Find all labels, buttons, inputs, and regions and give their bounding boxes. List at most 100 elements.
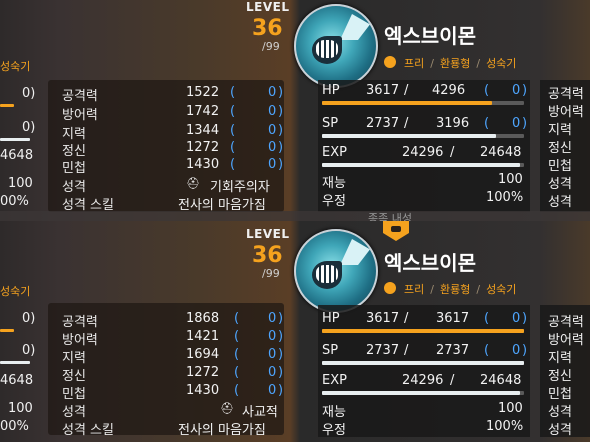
- friendship-value: 100%: [486, 190, 524, 205]
- vitals-panel: [318, 305, 530, 437]
- sp-bar: [322, 361, 524, 365]
- sp-bonus: 0: [512, 343, 521, 358]
- edge-tag: 성숙기: [0, 60, 31, 73]
- digimon-tags: 프리 / 환룡형 / 성숙기: [404, 57, 517, 70]
- personality-label: 성격: [62, 405, 86, 420]
- edge-label: 성격: [548, 405, 572, 420]
- hp-current: 3617: [366, 311, 400, 326]
- stat-bonus: 0: [268, 329, 277, 344]
- stat-value: 1694: [186, 347, 220, 362]
- digimon-name: 엑스브이몬: [384, 251, 476, 275]
- tag-attribute: 프리: [404, 283, 425, 296]
- stat-label: 방어력: [62, 333, 98, 348]
- level-label: LEVEL: [246, 0, 290, 14]
- stat-value: 1522: [186, 85, 220, 100]
- stat-value: 1430: [186, 383, 220, 398]
- resistance-shield-icon: [383, 221, 409, 241]
- sp-max: 3196: [436, 116, 470, 131]
- tag-family: 환룡형: [439, 283, 471, 296]
- hp-current: 3617: [366, 83, 400, 98]
- edge-label: 공격력: [548, 315, 584, 330]
- edge-bar-2: [0, 361, 30, 364]
- hp-bar: [322, 101, 492, 105]
- digimon-portrait[interactable]: [294, 4, 378, 88]
- sp-label: SP: [322, 116, 339, 131]
- stat-value: 1742: [186, 104, 220, 119]
- stat-label: 방어력: [62, 108, 98, 123]
- edge-paren-2: 0): [22, 343, 36, 358]
- edge-paren: 0): [22, 311, 36, 326]
- hp-bonus: 0: [512, 311, 521, 326]
- edge-label: 성격: [548, 177, 572, 192]
- sp-label: SP: [322, 343, 339, 358]
- edge-tag: 성숙기: [0, 285, 31, 298]
- friendship-label: 우정: [322, 423, 346, 438]
- level-value: 36: [252, 16, 283, 41]
- edge-bar: [0, 104, 14, 107]
- digimon-portrait[interactable]: [294, 229, 378, 313]
- portrait-fin: [340, 14, 370, 40]
- exp-max: 24648: [480, 145, 522, 160]
- friendship-label: 우정: [322, 194, 346, 209]
- level-value: 36: [252, 243, 283, 268]
- attribute-badge-icon: [384, 56, 396, 68]
- personality-value: 사교적: [242, 405, 278, 420]
- personality-icon: ⛑: [186, 177, 200, 190]
- edge-label: 방어력: [548, 105, 584, 120]
- stat-value: 1272: [186, 140, 220, 155]
- level-max: /99: [262, 40, 280, 53]
- stat-label: 정신: [62, 369, 86, 384]
- stat-bonus: 0: [268, 140, 277, 155]
- edge-label: 정신: [548, 369, 572, 384]
- sp-bar: [322, 134, 496, 138]
- edge-label: 공격력: [548, 87, 584, 102]
- stat-label: 지력: [62, 351, 86, 366]
- exp-bar: [322, 163, 520, 167]
- hp-max: 4296: [432, 83, 466, 98]
- edge-friendship: 00%: [0, 419, 29, 434]
- tag-stage: 성숙기: [486, 57, 517, 70]
- exp-label: EXP: [322, 145, 347, 160]
- personality-value: 기회주의자: [210, 180, 270, 195]
- hp-bar: [322, 329, 524, 333]
- edge-label: 성격: [548, 423, 572, 438]
- stat-value: 1421: [186, 329, 220, 344]
- digimon-card-bottom: 성숙기 0) 0) 4648 100 00% LEVEL 36 /99 공격력 …: [0, 221, 590, 442]
- exp-current: 24296: [402, 145, 444, 160]
- portrait-teeth: [316, 265, 338, 283]
- stat-bonus: 0: [268, 123, 277, 138]
- hp-bonus: 0: [512, 83, 521, 98]
- exp-max: 24648: [480, 373, 522, 388]
- talent-label: 재능: [322, 176, 346, 191]
- blurred-heading: 종족 내성: [368, 212, 412, 221]
- portrait-fin: [340, 239, 370, 265]
- exp-label: EXP: [322, 373, 347, 388]
- blurred-row: [0, 211, 590, 221]
- stat-bonus: 0: [268, 157, 277, 172]
- personality-label: 성격: [62, 180, 86, 195]
- hp-label: HP: [322, 311, 340, 326]
- personality-icon: ⛑: [220, 402, 234, 415]
- stat-value: 1868: [186, 311, 220, 326]
- stat-bonus: 0: [268, 347, 277, 362]
- stat-bonus: 0: [268, 104, 277, 119]
- edge-label: 성격: [548, 195, 572, 210]
- edge-paren-2: 0): [22, 120, 36, 135]
- hp-max: 3617: [436, 311, 470, 326]
- edge-paren: 0): [22, 86, 36, 101]
- edge-talent: 100: [8, 401, 33, 416]
- sp-max: 2737: [436, 343, 470, 358]
- edge-bar-2: [0, 138, 30, 141]
- level-max: /99: [262, 267, 280, 280]
- edge-bar: [0, 329, 14, 332]
- sp-current: 2737: [366, 343, 400, 358]
- stat-label: 공격력: [62, 89, 98, 104]
- edge-exp: 4648: [0, 373, 34, 388]
- stat-label: 민첩: [62, 387, 86, 402]
- tag-family: 환룡형: [439, 57, 471, 70]
- stat-value: 1272: [186, 365, 220, 380]
- stat-bonus: 0: [268, 85, 277, 100]
- sp-current: 2737: [366, 116, 400, 131]
- edge-label: 방어력: [548, 333, 584, 348]
- hp-label: HP: [322, 83, 340, 98]
